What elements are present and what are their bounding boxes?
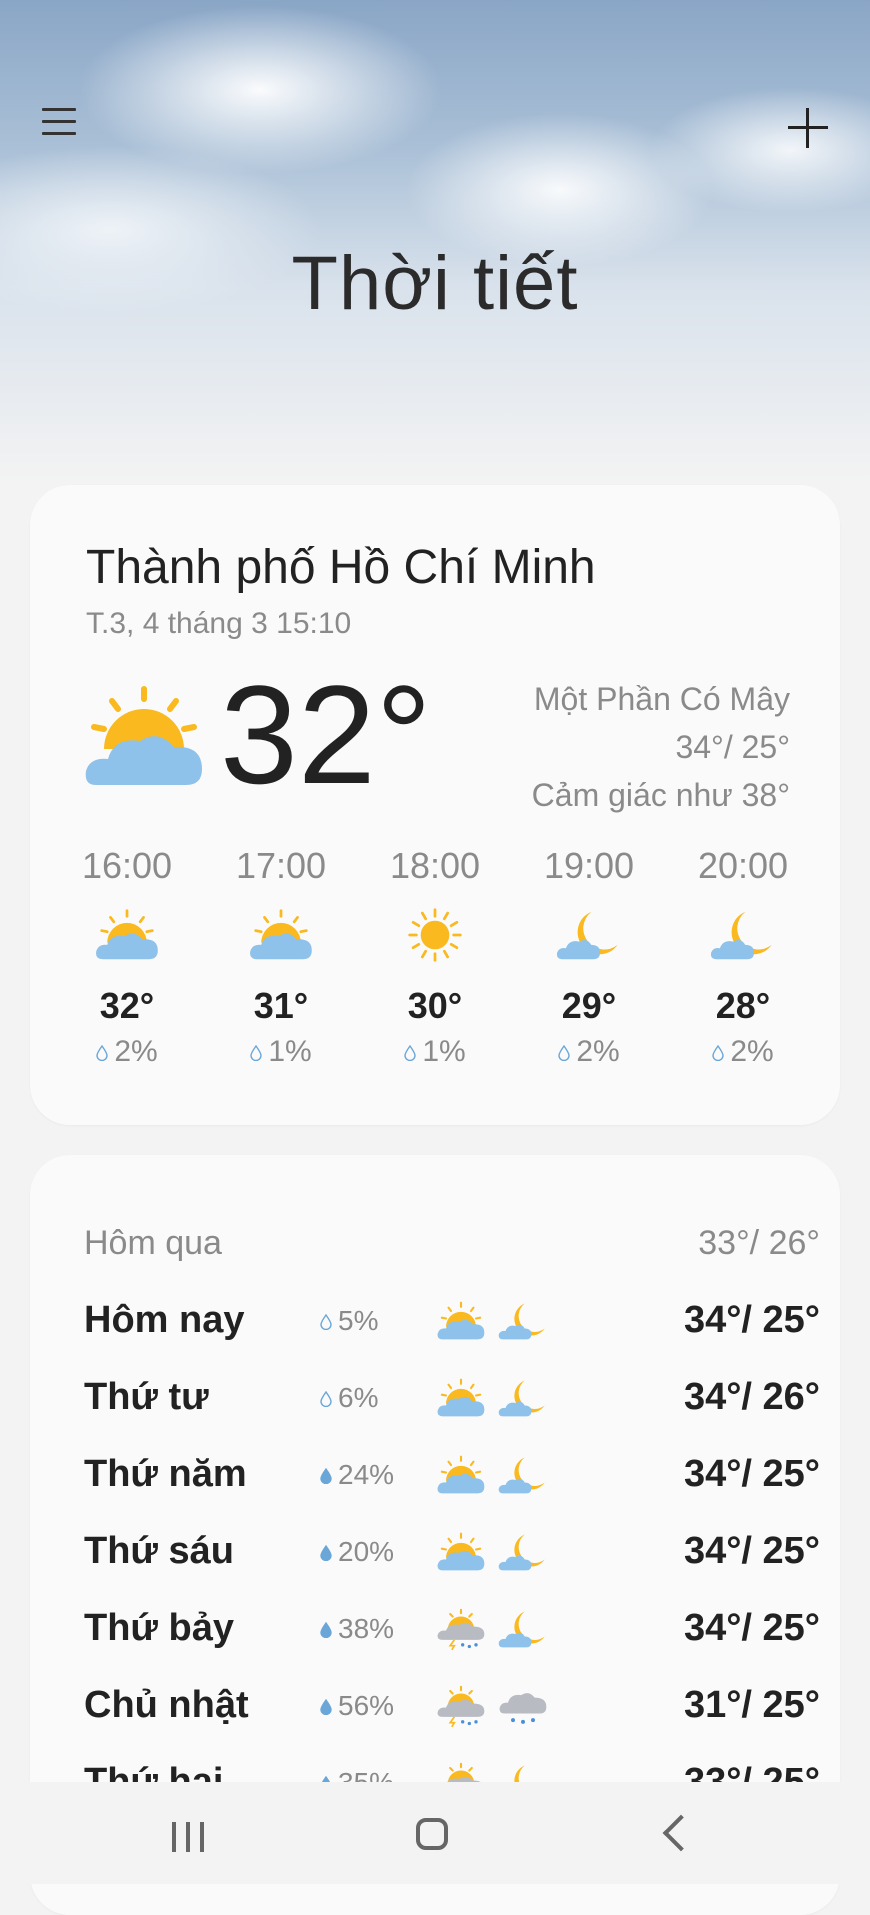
thunder-shower-day-icon xyxy=(430,1599,492,1659)
daily-row[interactable]: Thứ năm 24% 34°/ 25° xyxy=(84,1436,820,1513)
page-title: Thời tiết xyxy=(291,241,579,326)
day-precipitation: 5% xyxy=(320,1305,430,1337)
hour-temperature: 29° xyxy=(561,985,617,1026)
day-precipitation: 20% xyxy=(320,1536,430,1568)
hour-temperature: 28° xyxy=(715,985,771,1026)
raindrop-icon xyxy=(712,1035,730,1068)
partly-cloudy-night-icon xyxy=(666,895,820,975)
raindrop-icon xyxy=(558,1035,576,1068)
partly-cloudy-day-icon xyxy=(430,1522,492,1582)
day-precipitation: 24% xyxy=(320,1459,430,1491)
hourly-forecast[interactable]: 16:00 32° 2% 17:00 31° 1% 18:00 30° 1% 1… xyxy=(50,845,820,1069)
day-range: 33°/ 26° xyxy=(698,1224,820,1262)
menu-icon[interactable] xyxy=(42,108,76,138)
hour-time: 18:00 xyxy=(389,845,481,886)
day-name: Hôm nay xyxy=(84,1299,245,1341)
partly-cloudy-night-icon xyxy=(492,1291,554,1351)
thunder-shower-day-icon xyxy=(430,1676,492,1736)
sun-icon xyxy=(358,895,512,975)
day-name: Thứ bảy xyxy=(84,1607,234,1649)
day-range: 34°/ 25° xyxy=(683,1453,820,1495)
home-icon[interactable] xyxy=(416,1818,448,1850)
hour-precipitation: 2% xyxy=(666,1035,820,1069)
rain-cloud-icon xyxy=(492,1676,554,1736)
hourly-item: 20:00 28° 2% xyxy=(666,845,820,1069)
hourly-item: 16:00 32° 2% xyxy=(50,845,204,1069)
partly-cloudy-night-icon xyxy=(492,1522,554,1582)
city-name: Thành phố Hồ Chí Minh xyxy=(86,541,596,594)
raindrop-icon xyxy=(250,1035,268,1068)
partly-cloudy-day-icon xyxy=(50,895,204,975)
hour-time: 20:00 xyxy=(697,845,789,886)
partly-cloudy-day-icon xyxy=(430,1291,492,1351)
condition-summary: Một Phần Có Mây 34°/ 25° Cảm giác như 38… xyxy=(532,675,790,819)
daily-row[interactable]: Chủ nhật 56% 31°/ 25° xyxy=(84,1667,820,1744)
daily-row[interactable]: Thứ bảy 38% 34°/ 25° xyxy=(84,1590,820,1667)
partly-cloudy-day-icon xyxy=(430,1445,492,1505)
daily-row[interactable]: Hôm nay 5% 34°/ 25° xyxy=(84,1282,820,1359)
day-precipitation: 56% xyxy=(320,1690,430,1722)
high-low: 34°/ 25° xyxy=(675,729,790,765)
current-temperature: 32° xyxy=(220,656,432,813)
partly-cloudy-day-icon xyxy=(430,1368,492,1428)
hour-precipitation: 1% xyxy=(358,1035,512,1069)
hour-precipitation: 1% xyxy=(204,1035,358,1069)
partly-cloudy-night-icon xyxy=(492,1445,554,1505)
day-name: Hôm qua xyxy=(84,1224,222,1262)
partly-cloudy-day-icon xyxy=(204,895,358,975)
raindrop-icon xyxy=(320,1536,338,1567)
daily-row[interactable]: Thứ sáu 20% 34°/ 25° xyxy=(84,1513,820,1590)
hour-time: 17:00 xyxy=(235,845,327,886)
day-name: Thứ năm xyxy=(84,1453,247,1495)
raindrop-icon xyxy=(320,1382,338,1413)
hour-time: 19:00 xyxy=(543,845,635,886)
plus-icon[interactable] xyxy=(788,108,828,148)
hourly-item: 19:00 29° 2% xyxy=(512,845,666,1069)
day-range: 31°/ 25° xyxy=(683,1684,820,1726)
partly-cloudy-night-icon xyxy=(492,1368,554,1428)
hour-precipitation: 2% xyxy=(512,1035,666,1069)
raindrop-icon xyxy=(320,1690,338,1721)
hour-precipitation: 2% xyxy=(50,1035,204,1069)
day-range: 34°/ 25° xyxy=(683,1530,820,1572)
day-range: 34°/ 26° xyxy=(683,1376,820,1418)
hourly-item: 17:00 31° 1% xyxy=(204,845,358,1069)
daily-row[interactable]: Thứ tư 6% 34°/ 26° xyxy=(84,1359,820,1436)
yesterday-row: Hôm qua 33°/ 26° xyxy=(84,1205,820,1282)
hour-temperature: 32° xyxy=(99,985,155,1026)
raindrop-icon xyxy=(320,1305,338,1336)
day-precipitation: 38% xyxy=(320,1613,430,1645)
day-range: 34°/ 25° xyxy=(683,1607,820,1649)
current-datetime: T.3, 4 tháng 3 15:10 xyxy=(86,607,352,640)
day-range: 34°/ 25° xyxy=(683,1299,820,1341)
recent-apps-icon[interactable] xyxy=(172,1822,208,1852)
partly-cloudy-night-icon xyxy=(492,1599,554,1659)
partly-cloudy-day-icon xyxy=(82,685,206,795)
day-name: Chủ nhật xyxy=(84,1684,249,1726)
day-name: Thứ sáu xyxy=(84,1530,234,1572)
navigation-bar xyxy=(0,1782,870,1884)
raindrop-icon xyxy=(320,1613,338,1644)
current-weather-card[interactable]: Thành phố Hồ Chí Minh T.3, 4 tháng 3 15:… xyxy=(30,485,840,1125)
partly-cloudy-night-icon xyxy=(512,895,666,975)
feels-like: Cảm giác như 38° xyxy=(531,777,790,813)
raindrop-icon xyxy=(96,1035,114,1068)
hourly-item: 18:00 30° 1% xyxy=(358,845,512,1069)
raindrop-icon xyxy=(404,1035,422,1068)
condition-text: Một Phần Có Mây xyxy=(533,681,790,717)
hour-time: 16:00 xyxy=(81,845,173,886)
back-icon[interactable] xyxy=(662,1814,700,1852)
raindrop-icon xyxy=(320,1459,338,1490)
hour-temperature: 31° xyxy=(253,985,309,1026)
day-precipitation: 6% xyxy=(320,1382,430,1414)
day-name: Thứ tư xyxy=(84,1376,209,1418)
hour-temperature: 30° xyxy=(407,985,463,1026)
